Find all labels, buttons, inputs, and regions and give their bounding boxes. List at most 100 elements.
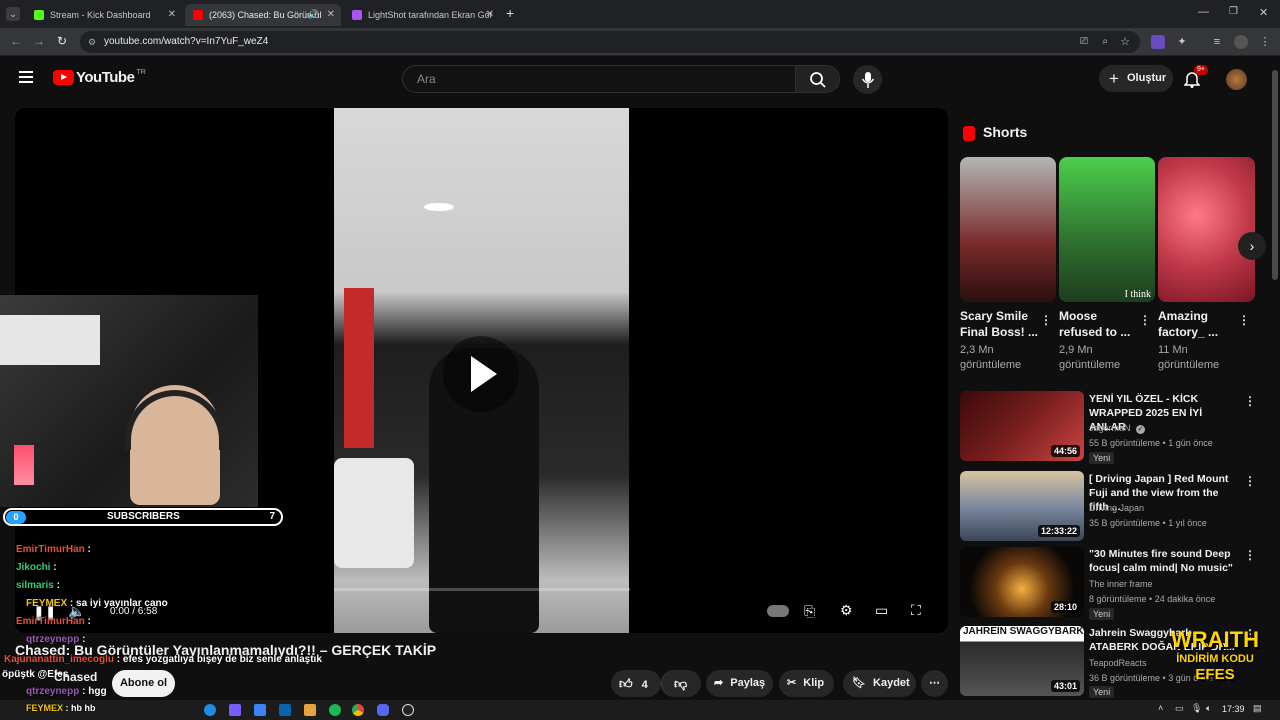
chat-message: qtrzeynepp : hgg (4, 686, 107, 697)
explorer-icon[interactable] (304, 704, 316, 716)
more-horizontal-icon: ⋯ (929, 677, 940, 689)
page-scrollbar[interactable] (1272, 70, 1278, 280)
tray-chevron-icon[interactable]: ˄ (1158, 703, 1163, 713)
edge-icon[interactable] (204, 704, 216, 716)
chat-message: Kajunanattin_imecoglu : efes yozgatlıya … (4, 654, 322, 665)
account-avatar[interactable] (1226, 69, 1247, 90)
site-info-icon[interactable]: ⚙ (88, 31, 96, 53)
discord-icon[interactable] (377, 704, 389, 716)
speaker-icon[interactable]: 🔊 (308, 9, 319, 20)
extension-icon[interactable] (1151, 35, 1165, 49)
video-channel[interactable]: The inner frame (1089, 579, 1153, 589)
share-button[interactable]: ➦ Paylaş (706, 670, 773, 697)
profile-icon[interactable] (1234, 35, 1248, 49)
fullscreen-icon[interactable]: ⛶ (911, 602, 921, 619)
tab-youtube[interactable]: (2063) Chased: Bu Görüntül 🔊 ✕ (185, 4, 341, 26)
video-thumbnail[interactable]: JAHREIN SWAGGYBARK 43:01 (960, 626, 1084, 696)
subscribe-button[interactable]: Abone ol (112, 670, 175, 697)
search-button[interactable] (796, 65, 840, 93)
media-icon[interactable]: ≡ (1210, 35, 1224, 49)
short-thumbnail[interactable]: I think (1059, 157, 1155, 302)
autoplay-toggle[interactable] (767, 605, 789, 617)
create-label: Oluştur (1127, 72, 1167, 84)
back-icon[interactable]: ← (10, 34, 22, 48)
restore-icon[interactable]: ❐ (1229, 6, 1238, 17)
dislike-button[interactable]: 👎︎ (661, 670, 701, 697)
new-tab-button[interactable]: + (506, 5, 514, 21)
more-vertical-icon[interactable]: ⋮ (1244, 548, 1256, 562)
more-vertical-icon[interactable]: ⋮ (1139, 313, 1151, 327)
obs-icon[interactable] (402, 704, 414, 716)
store-icon[interactable] (254, 704, 266, 716)
more-vertical-icon[interactable]: ⋮ (1040, 313, 1052, 327)
clock[interactable]: 17:39 (1222, 704, 1245, 714)
save-button[interactable]: 🔖︎ Kaydet (843, 670, 916, 697)
url-input[interactable]: ⚙ youtube.com/watch?v=In7YuF_weZ4 ⎚ ⌕ ☆ (80, 31, 1140, 53)
webcam-ac-unit (0, 315, 100, 365)
more-vertical-icon[interactable]: ⋮ (1238, 313, 1250, 327)
video-progress-bar[interactable] (334, 588, 630, 591)
youtube-logo[interactable]: YouTube TR (53, 69, 146, 86)
clip-button[interactable]: ✂ Klip (779, 670, 834, 697)
close-icon[interactable]: ✕ (168, 9, 176, 20)
short-title[interactable]: Amazing factory_ ... (1158, 308, 1238, 340)
shorts-next-button[interactable]: › (1238, 232, 1266, 260)
copilot-icon[interactable] (229, 704, 241, 716)
notifications-tray-icon[interactable]: ▤ (1253, 703, 1262, 714)
notification-count-badge: 9+ (1194, 65, 1208, 75)
tab-lightshot[interactable]: LightShot tarafından Ekran Gör ✕ (344, 4, 500, 26)
search-input[interactable]: Ara (402, 65, 796, 93)
reload-icon[interactable]: ↻ (57, 34, 67, 48)
install-icon[interactable]: ⎚ (1080, 31, 1088, 53)
video-duration: 28:10 (1050, 601, 1080, 613)
plus-icon: + (1109, 69, 1119, 88)
window-close-icon[interactable]: ✕ (1259, 6, 1268, 19)
like-button[interactable]: 👍︎ 4 (611, 670, 661, 697)
video-thumbnail[interactable]: 28:10 (960, 547, 1084, 617)
menu-kebab-icon[interactable]: ⋮ (1258, 35, 1272, 49)
short-title[interactable]: Moose refused to ... (1059, 308, 1139, 340)
chat-user: EmirTimurHan (16, 544, 85, 555)
more-vertical-icon[interactable]: ⋮ (1244, 394, 1256, 408)
more-vertical-icon[interactable]: ⋮ (1244, 474, 1256, 488)
video-channel[interactable]: TeapodReacts (1089, 658, 1147, 668)
outlook-icon[interactable] (279, 704, 291, 716)
region-code: TR (136, 69, 146, 76)
short-thumbnail[interactable] (1158, 157, 1255, 302)
video-channel[interactable]: JagermaN ✓ (1089, 423, 1146, 434)
forward-icon[interactable]: → (33, 34, 45, 48)
spotify-icon[interactable] (329, 704, 341, 716)
video-title-link[interactable]: "30 Minutes fire sound Deep focus| calm … (1089, 547, 1239, 575)
zoom-icon[interactable]: ⌕ (1102, 31, 1108, 53)
close-icon[interactable]: ✕ (327, 9, 335, 20)
bookmark-star-icon[interactable]: ☆ (1120, 31, 1130, 53)
more-actions-button[interactable]: ⋯ (921, 670, 948, 697)
mic-tray-icon[interactable]: 🎙︎ (1191, 703, 1202, 714)
play-button[interactable] (443, 336, 519, 412)
chrome-icon[interactable] (352, 704, 364, 716)
play-icon (471, 356, 497, 392)
theater-mode-icon[interactable]: ▭ (875, 602, 888, 619)
network-icon[interactable]: ▭ (1175, 703, 1184, 714)
video-thumbnail[interactable]: 12:33:22 (960, 471, 1084, 541)
create-button[interactable]: + Oluştur (1099, 65, 1173, 92)
close-icon[interactable]: ✕ (486, 9, 494, 20)
short-thumbnail[interactable] (960, 157, 1056, 302)
tab-kick-dashboard[interactable]: Stream - Kick Dashboard ✕ (26, 4, 182, 26)
channel-name[interactable]: Chased (54, 670, 97, 684)
sub-count-left: 0 (6, 511, 26, 524)
voice-search-button[interactable] (853, 65, 882, 94)
volume-tray-icon[interactable]: 🔈︎ (1206, 703, 1211, 714)
minimize-icon[interactable]: — (1198, 6, 1209, 18)
short-title[interactable]: Scary Smile Final Boss! ... (960, 308, 1040, 340)
puzzle-icon[interactable]: ✦ (1175, 35, 1189, 49)
video-channel[interactable]: Driving Japan (1089, 503, 1144, 513)
chat-user: qtrzeynepp (26, 686, 80, 697)
settings-icon[interactable]: ⚙ (840, 602, 853, 619)
tab-search-icon[interactable]: ⌄ (6, 7, 20, 21)
notifications-button[interactable]: 9+ (1183, 65, 1208, 88)
hamburger-menu-icon[interactable] (19, 71, 33, 83)
video-thumbnail[interactable]: 44:56 (960, 391, 1084, 461)
share-icon: ➦ (714, 677, 724, 689)
captions-icon[interactable]: ⎘ (804, 603, 815, 620)
